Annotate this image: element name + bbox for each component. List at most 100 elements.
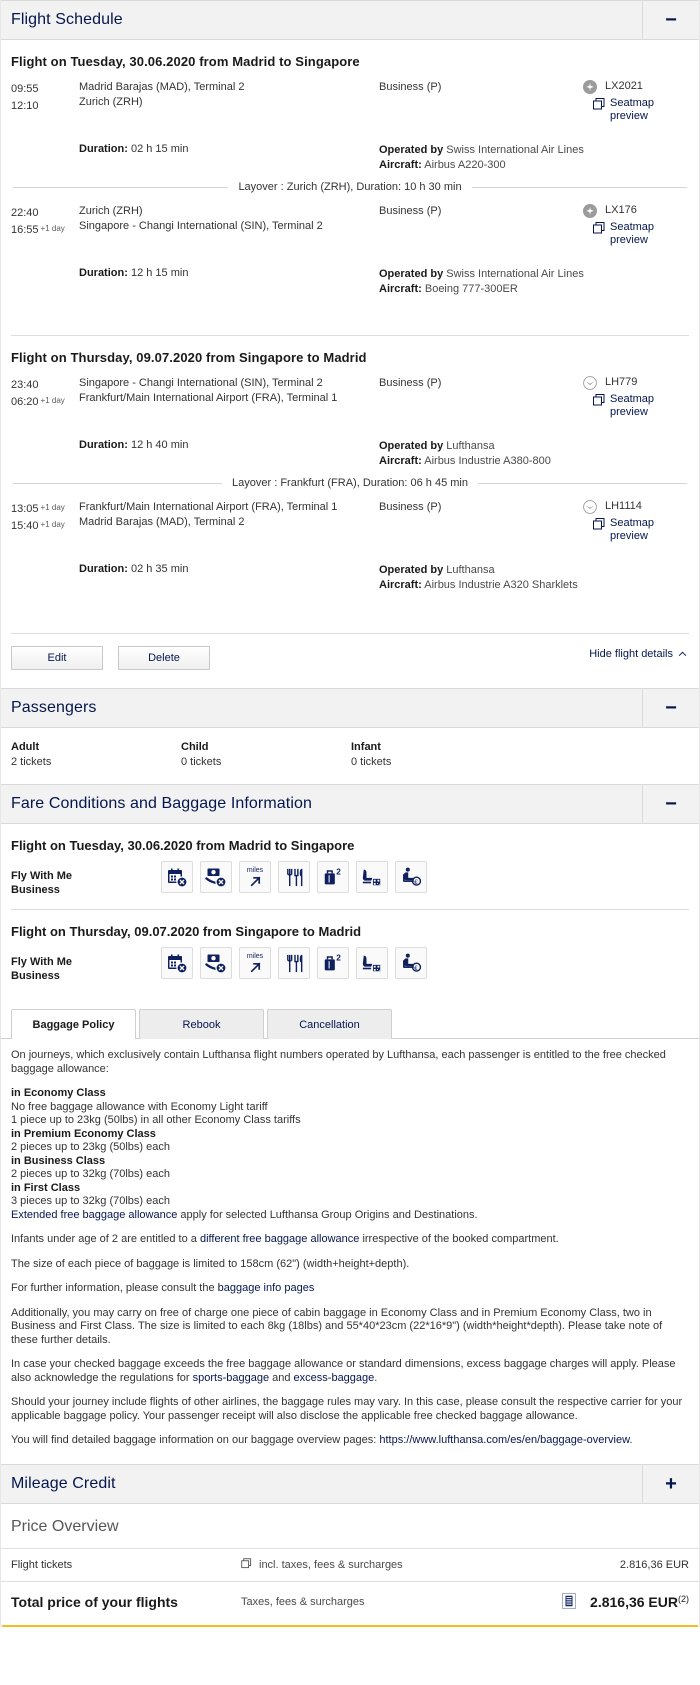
seat-reservation-icon[interactable]	[356, 947, 388, 979]
price-total-row: Total price of your flights Taxes, fees …	[1, 1582, 699, 1625]
seatmap-preview-link[interactable]: Seatmap preview	[579, 393, 662, 419]
miles-earning-icon[interactable]: miles	[239, 947, 271, 979]
seat-reservation-icon[interactable]	[356, 861, 388, 893]
duration-label: Duration:	[79, 267, 128, 279]
aircraft-label: Aircraft:	[379, 579, 422, 591]
fare-tabs: Baggage Policy Rebook Cancellation	[11, 995, 689, 1039]
swiss-logo-icon	[583, 80, 597, 94]
excess-baggage-link[interactable]: excess-baggage	[294, 1372, 375, 1384]
seatmap-icon	[593, 222, 605, 234]
collapse-toggle-flight-schedule[interactable]: −	[642, 1, 699, 39]
price-overview-title: Price Overview	[1, 1504, 699, 1549]
leg-meta: Duration: 12 h 15 min Operated by Swiss …	[11, 267, 689, 297]
rebooking-not-allowed-icon[interactable]	[161, 861, 193, 893]
miles-earning-icon[interactable]: miles	[239, 861, 271, 893]
tab-cancellation[interactable]: Cancellation	[267, 1009, 392, 1039]
price-row-note: incl. taxes, fees & surcharges	[241, 1557, 620, 1572]
tab-baggage-policy[interactable]: Baggage Policy	[11, 1009, 136, 1039]
baggage-count: 2	[336, 867, 341, 876]
leg-route: Singapore - Changi International (SIN), …	[79, 375, 379, 419]
excess-baggage-paragraph: In case your checked baggage exceeds the…	[11, 1358, 689, 1385]
operated-by-value: Lufthansa	[446, 564, 495, 576]
duration-value: 02 h 15 min	[130, 143, 189, 155]
total-price-footnote: (2)	[678, 1594, 689, 1604]
passenger-label: Child	[181, 741, 209, 753]
overview-post: .	[629, 1434, 633, 1446]
total-price-amount: 2.816,36 EUR(2)	[590, 1594, 689, 1610]
cabin-baggage-paragraph: Additionally, you may carry on free of c…	[11, 1306, 663, 1346]
refund-not-allowed-icon[interactable]	[200, 861, 232, 893]
section-title-mileage-credit: Mileage Credit	[11, 1474, 116, 1492]
hide-flight-details-link[interactable]: Hide flight details	[589, 648, 687, 660]
flight-number: LH1114	[605, 500, 642, 512]
expand-toggle-mileage-credit[interactable]: +	[642, 1464, 699, 1503]
seatmap-preview-link[interactable]: Seatmap preview	[579, 97, 662, 123]
baggage-overview-link[interactable]: https://www.lufthansa.com/es/en/baggage-…	[379, 1434, 629, 1446]
catering-icon[interactable]	[278, 861, 310, 893]
section-title-passengers: Passengers	[11, 699, 97, 716]
flight-leg: 22:40 16:55 +1 day Zurich (ZRH) Singapore…	[11, 203, 689, 253]
baggage-class-list: in Economy Class No free baggage allowan…	[11, 1087, 689, 1222]
delete-button[interactable]: Delete	[118, 646, 210, 670]
arrival-time: 15:40 +1 day	[11, 520, 65, 532]
section-title-flight-schedule: Flight Schedule	[11, 11, 123, 28]
arrival-time: 12:10	[11, 100, 39, 112]
passenger-type-infant: Infant 0 tickets	[351, 740, 521, 770]
section-header-passengers[interactable]: Passengers −	[1, 688, 699, 728]
business-head: in Business Class	[11, 1154, 106, 1167]
layover-line-left	[13, 482, 223, 484]
price-row-amount: 2.816,36 EUR	[619, 1558, 689, 1571]
further-pre: For further information, please consult …	[11, 1282, 218, 1294]
collapse-toggle-passengers[interactable]: −	[642, 689, 699, 727]
edit-button[interactable]: Edit	[11, 646, 103, 670]
section-header-fare-conditions[interactable]: Fare Conditions and Baggage Information …	[1, 784, 699, 824]
aircraft-label: Aircraft:	[379, 159, 422, 171]
departure-time: 22:40	[11, 207, 39, 219]
sports-baggage-link[interactable]: sports-baggage	[193, 1372, 269, 1384]
flight-number: LH779	[605, 376, 638, 388]
inbound-heading: Flight on Thursday, 09.07.2020 from Sing…	[11, 350, 367, 365]
baggage-policy-panel: On journeys, which exclusively contain L…	[1, 1038, 699, 1464]
passenger-count: 2 tickets	[11, 756, 52, 768]
checked-baggage-2-icon[interactable]: 2	[317, 861, 349, 893]
departure-airport: Frankfurt/Main International Airport (FR…	[79, 501, 338, 513]
paid-seat-reservation-icon[interactable]: €	[395, 861, 427, 893]
rebooking-not-allowed-icon[interactable]	[161, 947, 193, 979]
fare-icon-list: miles 2 €	[161, 861, 427, 893]
paid-seat-reservation-icon[interactable]: €	[395, 947, 427, 979]
baggage-intro: On journeys, which exclusively contain L…	[11, 1049, 666, 1075]
section-header-flight-schedule[interactable]: Flight Schedule −	[1, 0, 699, 40]
leg-flight-info: LH1114 Seatmap preview	[564, 499, 689, 543]
booking-summary-page: Flight Schedule − Flight on Tuesday, 30.…	[0, 0, 700, 1627]
baggage-size-paragraph: The size of each piece of baggage is lim…	[11, 1257, 410, 1270]
checked-baggage-2-icon[interactable]: 2	[317, 947, 349, 979]
receipt-icon[interactable]	[562, 1592, 577, 1612]
passenger-label: Adult	[11, 741, 40, 753]
arrival-airport: Frankfurt/Main International Airport (FR…	[79, 392, 338, 404]
collapse-toggle-fare-conditions[interactable]: −	[642, 785, 699, 823]
operated-by-value: Lufthansa	[446, 440, 495, 452]
infants-paragraph: Infants under age of 2 are entitled to a…	[11, 1233, 689, 1247]
seatmap-label: Seatmap preview	[610, 221, 655, 246]
passenger-type-adult: Adult 2 tickets	[11, 740, 181, 770]
fare-name: Fly With Me Business	[11, 956, 73, 982]
baggage-overview-paragraph: You will find detailed baggage informati…	[11, 1434, 689, 1448]
seatmap-preview-link[interactable]: Seatmap preview	[579, 221, 662, 247]
layover-line-right	[478, 482, 688, 484]
refund-not-allowed-icon[interactable]	[200, 947, 232, 979]
seatmap-preview-link[interactable]: Seatmap preview	[579, 517, 662, 543]
tab-rebook[interactable]: Rebook	[139, 1009, 264, 1039]
extended-allowance-link[interactable]: Extended free baggage allowance	[11, 1209, 177, 1221]
flight-leg: 23:40 06:20 +1 day Singapore - Changi Int…	[11, 375, 689, 425]
passenger-count: 0 tickets	[351, 756, 392, 768]
catering-icon[interactable]	[278, 947, 310, 979]
operated-by-value: Swiss International Air Lines	[446, 144, 584, 156]
duration-label: Duration:	[79, 563, 128, 575]
section-header-mileage-credit[interactable]: Mileage Credit +	[1, 1463, 699, 1504]
baggage-info-pages-link[interactable]: baggage info pages	[218, 1282, 315, 1294]
info-copy-icon[interactable]	[241, 1557, 252, 1572]
fare-row: Fly With Me Business miles 2 €	[11, 947, 689, 995]
section-title-fare-conditions: Fare Conditions and Baggage Information	[11, 795, 312, 812]
leg-route: Zurich (ZRH) Singapore - Changi Internat…	[79, 203, 379, 247]
infants-allowance-link[interactable]: different free baggage allowance	[200, 1233, 359, 1245]
